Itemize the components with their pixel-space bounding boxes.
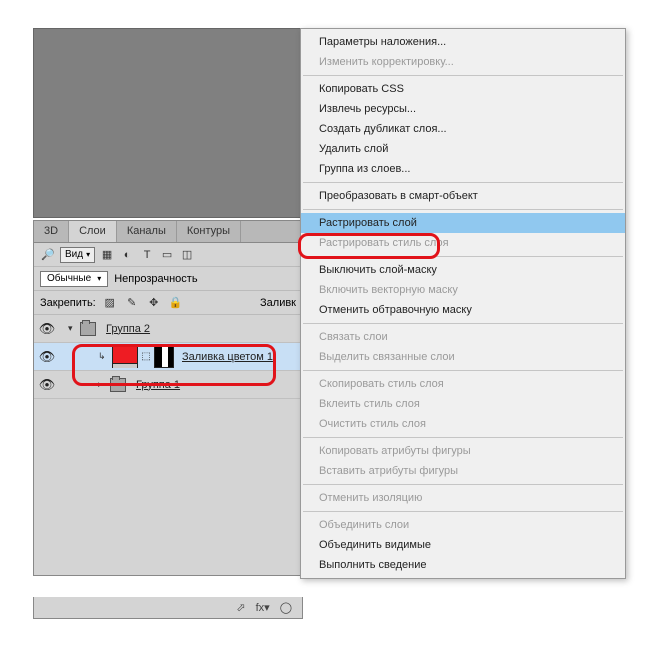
lock-transparent-icon[interactable]: ▨ xyxy=(102,295,118,311)
lock-brush-icon[interactable]: ✎ xyxy=(124,295,140,311)
menu-item[interactable]: Создать дубликат слоя... xyxy=(301,119,625,139)
filter-shape-icon[interactable]: ▭ xyxy=(159,247,175,263)
lock-label: Закрепить: xyxy=(40,297,96,309)
menu-separator xyxy=(303,437,623,438)
lock-row: Закрепить: ▨ ✎ ✥ 🔒 Заливк xyxy=(34,291,302,315)
layer-name[interactable]: Группа 2 xyxy=(106,323,150,335)
menu-item[interactable]: Удалить слой xyxy=(301,139,625,159)
menu-item[interactable]: Копировать CSS xyxy=(301,79,625,99)
menu-item: Вставить атрибуты фигуры xyxy=(301,461,625,481)
layer-row-fill-color[interactable]: 👁 ↳ ⬚ Заливка цветом 1 xyxy=(34,343,302,371)
filter-kind-dropdown[interactable]: Вид xyxy=(60,247,95,263)
visibility-icon[interactable]: 👁 xyxy=(38,349,56,365)
visibility-icon[interactable]: 👁 xyxy=(38,377,56,393)
menu-item[interactable]: Преобразовать в смарт-объект xyxy=(301,186,625,206)
layers-panel: 3D Слои Каналы Контуры 🔎 Вид ▦ ◐ T ▭ ◫ О… xyxy=(33,220,303,576)
menu-item[interactable]: Выполнить сведение xyxy=(301,555,625,575)
layers-list: 👁 ▾ Группа 2 👁 ↳ ⬚ Заливка цветом 1 👁 ▸ … xyxy=(34,315,302,575)
expand-icon[interactable]: ▾ xyxy=(68,323,80,334)
menu-separator xyxy=(303,484,623,485)
layers-panel-footer: ⬀ fx▾ ◯ xyxy=(33,597,303,619)
layer-effects-icon[interactable]: fx▾ xyxy=(256,601,270,614)
menu-item: Копировать атрибуты фигуры xyxy=(301,441,625,461)
layer-name[interactable]: Группа 1 xyxy=(136,379,180,391)
layer-row-group2[interactable]: 👁 ▾ Группа 2 xyxy=(34,315,302,343)
folder-icon xyxy=(110,378,126,392)
panel-tabs: 3D Слои Каналы Контуры xyxy=(34,221,302,243)
link-layers-icon[interactable]: ⬀ xyxy=(236,601,245,614)
menu-item: Выделить связанные слои xyxy=(301,347,625,367)
menu-separator xyxy=(303,370,623,371)
fill-thumbnail[interactable] xyxy=(112,346,138,368)
clip-indicator-icon: ↳ xyxy=(98,351,110,362)
menu-item: Вклеить стиль слоя xyxy=(301,394,625,414)
menu-separator xyxy=(303,182,623,183)
blend-opacity-row: Обычные Непрозрачность xyxy=(34,267,302,291)
menu-item[interactable]: Параметры наложения... xyxy=(301,32,625,52)
tab-layers[interactable]: Слои xyxy=(69,221,117,242)
layer-context-menu: Параметры наложения...Изменить корректир… xyxy=(300,28,626,579)
filter-adjustment-icon[interactable]: ◐ xyxy=(119,247,135,263)
lock-position-icon[interactable]: ✥ xyxy=(146,295,162,311)
add-mask-icon[interactable]: ◯ xyxy=(280,601,292,614)
menu-item: Изменить корректировку... xyxy=(301,52,625,72)
tab-channels[interactable]: Каналы xyxy=(117,221,177,242)
tab-paths[interactable]: Контуры xyxy=(177,221,241,242)
search-icon: 🔎 xyxy=(40,247,56,263)
expand-icon[interactable]: ▸ xyxy=(98,379,110,390)
filter-type-icon[interactable]: T xyxy=(139,247,155,263)
link-mask-icon[interactable]: ⬚ xyxy=(140,351,152,362)
opacity-label: Непрозрачность xyxy=(114,273,197,285)
menu-item[interactable]: Извлечь ресурсы... xyxy=(301,99,625,119)
layer-row-group1[interactable]: 👁 ▸ Группа 1 xyxy=(34,371,302,399)
menu-item: Очистить стиль слоя xyxy=(301,414,625,434)
filter-smart-icon[interactable]: ◫ xyxy=(179,247,195,263)
layer-filter-row: 🔎 Вид ▦ ◐ T ▭ ◫ xyxy=(34,243,302,267)
menu-item[interactable]: Выключить слой-маску xyxy=(301,260,625,280)
layer-name[interactable]: Заливка цветом 1 xyxy=(182,351,273,363)
menu-item: Растрировать стиль слоя xyxy=(301,233,625,253)
menu-item: Объединить слои xyxy=(301,515,625,535)
mask-thumbnail[interactable] xyxy=(154,346,174,368)
menu-item[interactable]: Группа из слоев... xyxy=(301,159,625,179)
menu-separator xyxy=(303,256,623,257)
folder-icon xyxy=(80,322,96,336)
lock-all-icon[interactable]: 🔒 xyxy=(168,295,184,311)
canvas-workspace xyxy=(33,28,303,218)
tab-3d[interactable]: 3D xyxy=(34,221,69,242)
menu-item: Скопировать стиль слоя xyxy=(301,374,625,394)
menu-item: Отменить изоляцию xyxy=(301,488,625,508)
menu-item: Связать слои xyxy=(301,327,625,347)
menu-item[interactable]: Отменить обтравочную маску xyxy=(301,300,625,320)
menu-separator xyxy=(303,323,623,324)
menu-item[interactable]: Объединить видимые xyxy=(301,535,625,555)
filter-pixel-icon[interactable]: ▦ xyxy=(99,247,115,263)
menu-separator xyxy=(303,511,623,512)
menu-item: Включить векторную маску xyxy=(301,280,625,300)
fill-label: Заливк xyxy=(260,297,296,309)
menu-separator xyxy=(303,75,623,76)
visibility-icon[interactable]: 👁 xyxy=(38,321,56,337)
blend-mode-select[interactable]: Обычные xyxy=(40,271,108,287)
menu-separator xyxy=(303,209,623,210)
menu-item[interactable]: Растрировать слой xyxy=(301,213,625,233)
